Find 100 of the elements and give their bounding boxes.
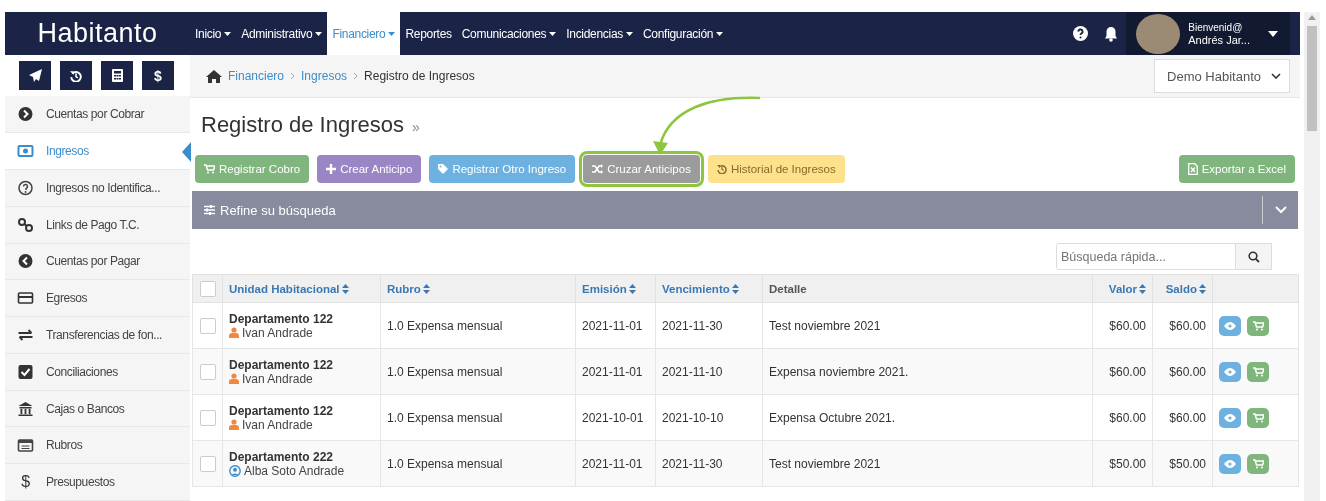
column-header[interactable]: Valor [1092, 274, 1153, 303]
table-cell: 2021-11-10 [655, 348, 763, 395]
quick-search-field[interactable]: Búsqueda rápida... [1056, 243, 1236, 270]
history-button[interactable] [60, 61, 92, 90]
sidebar-item[interactable]: Ingresos [5, 133, 190, 170]
avatar-photo-placeholder [1136, 13, 1181, 54]
column-header[interactable]: Rubro [380, 274, 576, 303]
table-cell: 2021-11-30 [655, 440, 763, 487]
unit-name: Departamento 222 [229, 449, 335, 464]
table-cell: 1.0 Expensa mensual [380, 302, 576, 349]
user-menu[interactable]: Bienvenid@ Andrés Jar... [1126, 12, 1290, 55]
nav-menu-item[interactable]: Incidencias [561, 12, 638, 55]
bank-icon [17, 400, 34, 417]
row-checkbox[interactable] [199, 317, 216, 334]
person-icon [229, 419, 239, 430]
scrollbar-thumb[interactable] [1307, 26, 1317, 131]
table-cell: 2021-10-01 [575, 394, 656, 441]
card-icon [17, 290, 34, 307]
sidebar-item[interactable]: Egresos [5, 280, 190, 318]
pay-button[interactable] [1247, 407, 1269, 428]
sort-icon [628, 284, 636, 295]
table-cell: $60.00 [1092, 348, 1153, 395]
action-button[interactable]: Historial de Ingresos [707, 155, 845, 183]
table-cell: 2021-11-01 [575, 348, 656, 395]
caret-icon [1268, 30, 1278, 37]
payment-button[interactable]: $ [142, 61, 174, 90]
table-cell: 2021-11-01 [575, 302, 656, 349]
nav-menu-item[interactable]: Administrativo [236, 12, 328, 55]
calculator-button[interactable] [101, 61, 133, 90]
column-header[interactable]: Unidad Habitacional [222, 274, 381, 303]
tag-icon [438, 164, 449, 174]
table-cell: $60.00 [1152, 348, 1213, 395]
chevron-right-icon [290, 72, 296, 80]
sidebar-item[interactable]: Conciliaciones [5, 353, 190, 391]
unit-name: Departamento 122 [229, 357, 335, 372]
row-checkbox[interactable] [199, 363, 216, 380]
community-select[interactable]: Demo Habitanto [1154, 59, 1290, 93]
plus-icon [326, 164, 337, 174]
sidebar-item[interactable]: Transferencias de fon... [5, 317, 190, 354]
unit-name: Departamento 122 [229, 403, 335, 418]
eye-icon [1224, 321, 1236, 330]
nav-menu-item[interactable]: Financiero [327, 12, 401, 55]
brand-logo[interactable]: Habitanto [5, 18, 190, 49]
question-icon [17, 179, 34, 196]
search-button[interactable] [1236, 243, 1272, 270]
table-cell: Expensa noviembre 2021. [762, 348, 1093, 395]
view-button[interactable] [1219, 453, 1241, 474]
cart-icon [1252, 412, 1264, 423]
search-icon [1247, 250, 1260, 263]
table-cell: $60.00 [1152, 302, 1213, 349]
sliders-icon [204, 205, 215, 215]
table-cell: 2021-11-30 [655, 302, 763, 349]
column-header[interactable]: Saldo [1152, 274, 1213, 303]
cart-icon [1252, 320, 1264, 331]
circle-arrow-left-icon [17, 253, 34, 270]
view-button[interactable] [1219, 315, 1241, 336]
send-button[interactable] [19, 61, 51, 90]
page-title: Registro de Ingresos [201, 112, 404, 138]
table-cell: Test noviembre 2021 [762, 440, 1093, 487]
sidebar-item[interactable]: Cajas o Bancos [5, 390, 190, 428]
row-checkbox[interactable] [199, 409, 216, 426]
user-circle-icon [229, 464, 241, 477]
caret-icon [388, 31, 396, 36]
bell-icon[interactable] [1104, 25, 1119, 42]
row-checkbox[interactable] [199, 455, 216, 472]
person-icon [229, 373, 239, 384]
nav-menu-item[interactable]: Configuración [638, 12, 729, 55]
unit-name: Departamento 122 [229, 311, 335, 326]
nav-menu-item[interactable]: Reportes [400, 12, 457, 55]
sidebar-item[interactable]: $ Presupuestos [5, 464, 190, 501]
table-cell: $60.00 [1092, 302, 1153, 349]
column-header[interactable]: Emisión [575, 274, 656, 303]
cart-icon [1252, 458, 1264, 469]
sidebar-item[interactable]: Rubros [5, 427, 190, 465]
select-all-checkbox[interactable] [199, 280, 216, 297]
scroll-up-icon[interactable] [1308, 15, 1316, 20]
breadcrumb-current: Registro de Ingresos [364, 69, 475, 83]
pay-button[interactable] [1247, 453, 1269, 474]
caret-icon [626, 31, 633, 36]
pay-button[interactable] [1247, 315, 1269, 336]
sidebar-item[interactable]: Ingresos no Identifica... [5, 169, 190, 207]
person-icon [229, 327, 239, 338]
help-icon[interactable] [1073, 26, 1089, 41]
table-cell: $50.00 [1092, 440, 1153, 487]
column-header[interactable]: Vencimiento [655, 274, 763, 303]
nav-menu-item[interactable]: Inicio [190, 12, 237, 55]
chevron-down-icon [1271, 73, 1281, 79]
sidebar-item[interactable]: Links de Pago T.C. [5, 206, 190, 244]
table-cell: 1.0 Expensa mensual [380, 348, 576, 395]
checkbox-icon [17, 363, 34, 380]
pay-button[interactable] [1247, 361, 1269, 382]
home-icon[interactable] [206, 69, 222, 83]
nav-menu-item[interactable]: Comunicaciones [456, 12, 562, 55]
cart-icon [1252, 366, 1264, 377]
sort-icon [422, 284, 430, 295]
view-button[interactable] [1219, 361, 1241, 382]
sidebar-item[interactable]: Cuentas por Pagar [5, 243, 190, 281]
view-button[interactable] [1219, 407, 1241, 428]
resident-name: Ivan Andrade [229, 371, 374, 386]
history-icon [70, 69, 82, 82]
